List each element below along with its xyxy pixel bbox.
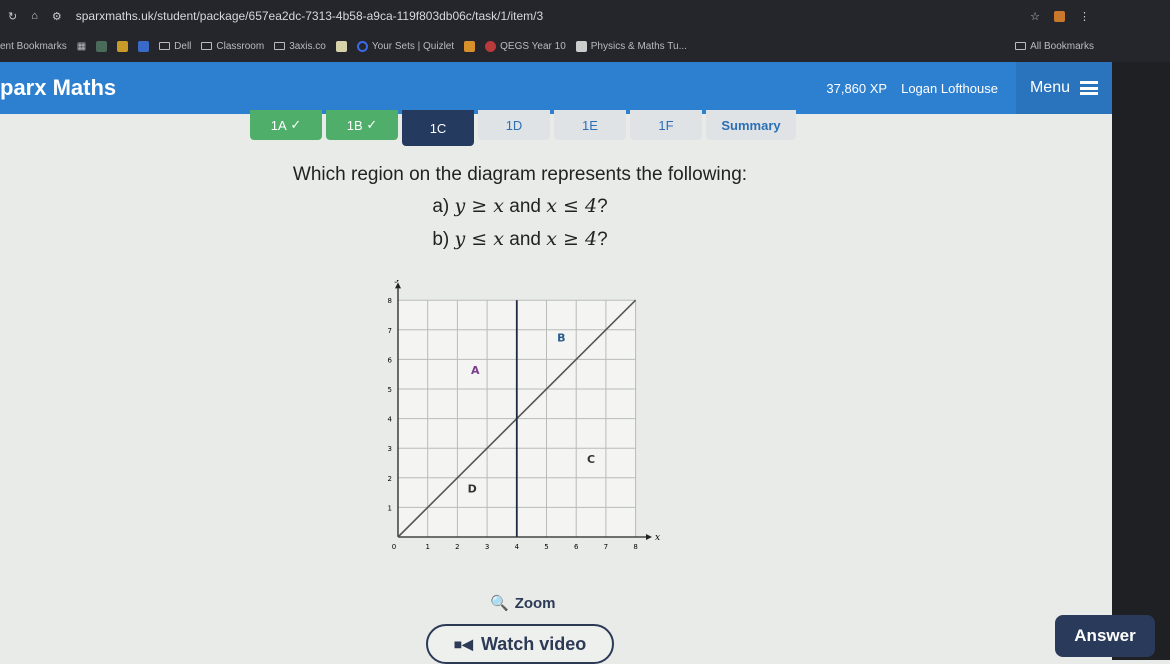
pmt-icon	[575, 40, 587, 52]
conjunction: and	[509, 229, 541, 250]
video-icon: ■◀	[453, 635, 473, 652]
tab-summary[interactable]: Summary	[706, 110, 796, 140]
star-icon[interactable]: ☆	[1030, 10, 1040, 23]
question-mark: ?	[597, 229, 608, 250]
answer-button[interactable]: Answer	[1055, 615, 1155, 657]
x-tick-label: 1	[425, 543, 429, 551]
bookmark-icon[interactable]	[335, 40, 347, 52]
y-tick-label: 8	[388, 297, 392, 305]
browser-chrome: ↻ ⌂ ⚙ sparxmaths.uk/student/package/657e…	[0, 0, 1170, 62]
check-icon: ✓	[290, 117, 302, 132]
region-label-d: D	[468, 483, 477, 496]
question-part-a: a) y ≥ x and x ≤ 4?	[0, 195, 1040, 218]
y-tick-label: 1	[388, 504, 392, 512]
y-tick-label: 3	[388, 445, 392, 453]
extension-icon[interactable]	[1054, 10, 1065, 22]
region-label-c: C	[587, 453, 595, 466]
tab-label: 1B	[346, 117, 363, 133]
part-label: a)	[432, 196, 450, 217]
inequality: y ≥ x	[454, 195, 504, 217]
zoom-link[interactable]: 🔍 Zoom	[490, 594, 556, 613]
question-part-b: b) y ≤ x and x ≥ 4?	[0, 228, 1040, 251]
x-axis-label: x	[655, 533, 660, 543]
zoom-label: Zoom	[514, 594, 556, 612]
x-tick-label: 6	[574, 543, 579, 551]
task-tabs: 1A ✓ 1B ✓ 1C 1D 1E 1F Summary	[250, 110, 796, 146]
bookmark-classroom[interactable]: Classroom	[201, 41, 264, 52]
site-info-icon[interactable]: ⚙	[52, 10, 62, 23]
bookmark-icon[interactable]	[464, 40, 476, 52]
tab-1d[interactable]: 1D	[478, 110, 550, 140]
home-icon[interactable]: ⌂	[31, 10, 38, 22]
bookmark-icon[interactable]	[117, 40, 129, 52]
x-axis-arrow	[645, 534, 652, 540]
inequality: x ≤ 4	[546, 195, 598, 217]
folder-icon	[274, 42, 286, 50]
x-tick-label: 2	[455, 543, 459, 551]
app-header: parx Maths 37,860 XP Logan Lofthouse Men…	[0, 62, 1112, 114]
folder-icon	[201, 42, 213, 50]
check-icon: ✓	[366, 117, 378, 132]
inequality: x ≥ 4	[546, 228, 598, 250]
tab-1c[interactable]: 1C	[402, 110, 474, 146]
y-tick-label: 6	[388, 356, 393, 364]
magnifier-icon: 🔍	[490, 595, 509, 612]
user-name[interactable]: Logan Lofthouse	[901, 81, 998, 96]
menu-label: Menu	[1029, 79, 1070, 96]
region-diagram: x y 0 1 2 3 4 5 6 7 8 1 2 3 4 5 6 7 8 A B C D	[388, 280, 661, 551]
question-prompt: Which region on the diagram represents t…	[292, 164, 748, 185]
conjunction: and	[509, 196, 541, 217]
y-axis-label: y	[394, 280, 401, 283]
bookmark-dell[interactable]: Dell	[159, 41, 191, 52]
region-label-a: A	[471, 364, 480, 377]
tab-1e[interactable]: 1E	[554, 110, 626, 140]
folder-icon	[1015, 42, 1027, 50]
x-tick-label: 8	[633, 543, 637, 551]
apps-icon[interactable]: ▦	[77, 41, 86, 52]
folder-icon	[159, 42, 171, 50]
bookmark-physics-maths[interactable]: Physics & Maths Tu...	[575, 40, 687, 52]
bookmark-icon[interactable]	[96, 40, 108, 52]
bookmark-qegs[interactable]: QEGS Year 10	[485, 40, 566, 52]
tab-1b[interactable]: 1B ✓	[326, 110, 398, 140]
hamburger-icon	[1080, 81, 1098, 95]
screen-edge	[1112, 62, 1170, 660]
logo[interactable]: parx Maths	[0, 75, 826, 101]
bookmark-quizlet[interactable]: Your Sets | Quizlet	[356, 40, 454, 52]
y-tick-label: 5	[388, 386, 392, 394]
profile-icon[interactable]: ⋮	[1079, 10, 1090, 23]
quizlet-icon	[356, 40, 368, 52]
reload-icon[interactable]: ↻	[8, 10, 17, 23]
watch-label: Watch video	[480, 633, 587, 654]
x-tick-label: 0	[392, 543, 396, 551]
tab-1a[interactable]: 1A ✓	[250, 110, 322, 140]
xp-counter: 37,860 XP	[826, 80, 888, 96]
address-bar[interactable]: sparxmaths.uk/student/package/657ea2dc-7…	[76, 9, 543, 23]
y-tick-label: 7	[388, 327, 392, 335]
bookmark-recent[interactable]: ent Bookmarks	[0, 41, 67, 52]
x-tick-label: 7	[604, 543, 608, 551]
x-tick-label: 4	[515, 543, 520, 551]
all-bookmarks[interactable]: All Bookmarks	[1015, 41, 1094, 52]
bookmark-3axis[interactable]: 3axis.co	[274, 41, 326, 52]
tab-1f[interactable]: 1F	[630, 110, 702, 140]
menu-button[interactable]: Menu	[1015, 62, 1112, 114]
qegs-icon	[485, 40, 497, 52]
region-label-b: B	[557, 332, 565, 345]
y-tick-label: 2	[388, 475, 392, 483]
part-label: b)	[432, 229, 450, 250]
x-tick-label: 3	[485, 543, 489, 551]
bookmark-icon[interactable]	[138, 40, 150, 52]
watch-video-button[interactable]: ■◀ Watch video	[426, 624, 614, 664]
y-tick-label: 4	[388, 416, 393, 424]
tab-label: 1A	[270, 117, 287, 133]
inequality: y ≤ x	[454, 228, 504, 250]
x-tick-label: 5	[544, 543, 548, 551]
question-mark: ?	[597, 196, 608, 217]
